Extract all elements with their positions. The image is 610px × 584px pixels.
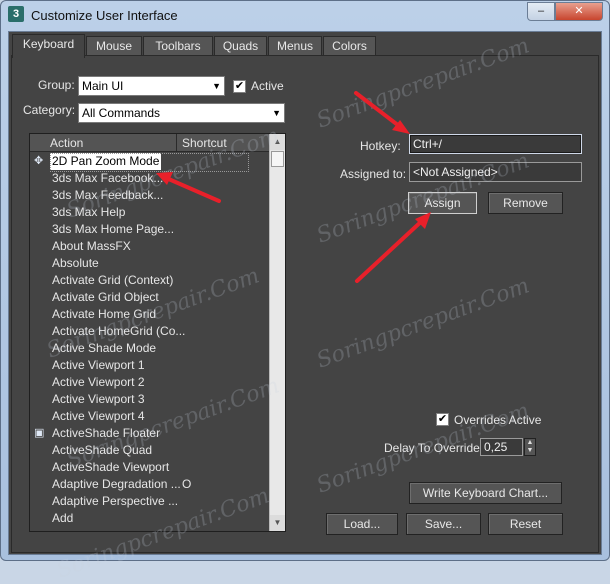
action-name: 2D Pan Zoom Mode bbox=[50, 153, 162, 170]
overrides-active-checkbox[interactable]: ✔ bbox=[436, 413, 449, 426]
action-name: Activate HomeGrid (Co... bbox=[52, 324, 186, 338]
delay-spinner[interactable]: ▲ ▼ bbox=[524, 438, 536, 456]
list-item[interactable]: Active Viewport 1 bbox=[30, 357, 269, 374]
category-label: Category: bbox=[23, 103, 76, 117]
list-item[interactable]: Active Viewport 4 bbox=[30, 408, 269, 425]
list-item[interactable]: Activate Grid (Context) bbox=[30, 272, 269, 289]
dialog-client: Keyboard Mouse Toolbars Quads Menus Colo… bbox=[8, 31, 602, 555]
action-name: Adaptive Degradation ... bbox=[52, 477, 181, 491]
action-name: Active Viewport 1 bbox=[52, 358, 145, 372]
tab-colors[interactable]: Colors bbox=[323, 36, 376, 56]
list-item[interactable]: 3ds Max Facebook... bbox=[30, 170, 269, 187]
group-value: Main UI bbox=[82, 79, 124, 93]
scroll-thumb[interactable] bbox=[271, 151, 284, 167]
list-item[interactable]: Add bbox=[30, 510, 269, 527]
action-name: Active Viewport 2 bbox=[52, 375, 145, 389]
tab-toolbars[interactable]: Toolbars bbox=[143, 36, 213, 56]
load-button[interactable]: Load... bbox=[326, 513, 398, 535]
tab-keyboard[interactable]: Keyboard bbox=[12, 34, 85, 58]
category-dropdown[interactable]: All Commands ▼ bbox=[78, 103, 285, 123]
action-name: Absolute bbox=[52, 256, 99, 270]
scroll-up-icon[interactable]: ▲ bbox=[270, 134, 285, 150]
customize-ui-window: 3 Customize User Interface – ✕ Keyboard … bbox=[0, 0, 610, 584]
delay-label: Delay To Override: bbox=[384, 441, 484, 455]
tab-menus[interactable]: Menus bbox=[268, 36, 322, 56]
list-item[interactable]: Active Viewport 3 bbox=[30, 391, 269, 408]
app-icon: 3 bbox=[8, 6, 24, 22]
assign-button[interactable]: Assign bbox=[408, 192, 477, 214]
list-item[interactable]: Absolute bbox=[30, 255, 269, 272]
group-dropdown[interactable]: Main UI ▼ bbox=[78, 76, 225, 96]
tab-mouse[interactable]: Mouse bbox=[86, 36, 142, 56]
action-name: Active Shade Mode bbox=[52, 341, 157, 355]
activeshade-icon: ▣ bbox=[34, 427, 45, 439]
overrides-active-label: Overrides Active bbox=[454, 413, 542, 427]
list-item[interactable]: ✥ 2D Pan Zoom Mode bbox=[30, 153, 269, 172]
chevron-down-icon: ▼ bbox=[272, 108, 281, 118]
list-scrollbar[interactable]: ▲ ▼ bbox=[269, 134, 285, 531]
minimize-button[interactable]: – bbox=[527, 2, 555, 21]
list-item[interactable]: Active Shade Mode bbox=[30, 340, 269, 357]
action-name: 3ds Max Feedback... bbox=[52, 188, 164, 202]
list-item[interactable]: About MassFX bbox=[30, 238, 269, 255]
action-shortcut: O bbox=[182, 477, 192, 491]
list-rows: ✥ 2D Pan Zoom Mode 3ds Max Facebook... 3ds … bbox=[30, 153, 269, 527]
tab-quads[interactable]: Quads bbox=[214, 36, 267, 56]
pan-zoom-icon: ✥ bbox=[34, 155, 44, 167]
column-header-shortcut[interactable]: Shortcut bbox=[178, 134, 268, 152]
action-list[interactable]: Action Shortcut ✥ 2D Pan Zoom Mode 3ds Max… bbox=[29, 133, 286, 532]
active-label: Active bbox=[251, 79, 284, 93]
list-item[interactable]: ▣ ActiveShade Floater bbox=[30, 425, 269, 442]
close-button[interactable]: ✕ bbox=[555, 2, 603, 21]
assigned-to-field: <Not Assigned> bbox=[409, 162, 582, 182]
list-item[interactable]: Activate HomeGrid (Co... bbox=[30, 323, 269, 340]
action-name: About MassFX bbox=[52, 239, 131, 253]
action-name: 3ds Max Home Page... bbox=[52, 222, 175, 236]
group-label: Group: bbox=[38, 78, 75, 92]
assigned-to-label: Assigned to: bbox=[340, 167, 407, 181]
action-name: 3ds Max Help bbox=[52, 205, 126, 219]
write-keyboard-chart-button[interactable]: Write Keyboard Chart... bbox=[409, 482, 562, 504]
action-name: ActiveShade Floater bbox=[52, 426, 161, 440]
scroll-down-icon[interactable]: ▼ bbox=[270, 515, 285, 531]
hotkey-input[interactable]: Ctrl+/ bbox=[409, 134, 582, 154]
action-name: Active Viewport 3 bbox=[52, 392, 145, 406]
list-item[interactable]: Adaptive Degradation ... O bbox=[30, 476, 269, 493]
action-name: Add bbox=[52, 511, 74, 525]
action-name: Activate Home Grid bbox=[52, 307, 157, 321]
list-item[interactable]: 3ds Max Help bbox=[30, 204, 269, 221]
chevron-down-icon: ▼ bbox=[212, 81, 221, 91]
list-item[interactable]: Adaptive Perspective ... bbox=[30, 493, 269, 510]
action-name: 3ds Max Facebook... bbox=[52, 171, 164, 185]
window-title: Customize User Interface bbox=[31, 8, 178, 23]
delay-input[interactable]: 0,25 bbox=[480, 438, 523, 456]
action-name: Activate Grid (Context) bbox=[52, 273, 174, 287]
list-item[interactable]: Activate Home Grid bbox=[30, 306, 269, 323]
action-name: Activate Grid Object bbox=[52, 290, 159, 304]
keyboard-panel: Group: Main UI ▼ ✔ Active Category: All … bbox=[11, 55, 599, 553]
action-name: ActiveShade Viewport bbox=[52, 460, 170, 474]
hotkey-label: Hotkey: bbox=[360, 139, 401, 153]
action-name: Adaptive Perspective ... bbox=[52, 494, 179, 508]
list-item[interactable]: Active Viewport 2 bbox=[30, 374, 269, 391]
action-name: ActiveShade Quad bbox=[52, 443, 153, 457]
category-value: All Commands bbox=[82, 106, 161, 120]
save-button[interactable]: Save... bbox=[406, 513, 481, 535]
list-item[interactable]: ActiveShade Quad bbox=[30, 442, 269, 459]
action-name: Active Viewport 4 bbox=[52, 409, 145, 423]
list-item[interactable]: 3ds Max Home Page... bbox=[30, 221, 269, 238]
remove-button[interactable]: Remove bbox=[488, 192, 563, 214]
list-item[interactable]: ActiveShade Viewport bbox=[30, 459, 269, 476]
column-header-action[interactable]: Action bbox=[30, 134, 177, 152]
active-checkbox[interactable]: ✔ bbox=[233, 80, 246, 93]
reset-button[interactable]: Reset bbox=[488, 513, 563, 535]
list-header: Action Shortcut bbox=[30, 134, 269, 152]
list-item[interactable]: 3ds Max Feedback... bbox=[30, 187, 269, 204]
list-item[interactable]: Activate Grid Object bbox=[30, 289, 269, 306]
title-bar[interactable]: 3 Customize User Interface – ✕ bbox=[1, 1, 609, 31]
